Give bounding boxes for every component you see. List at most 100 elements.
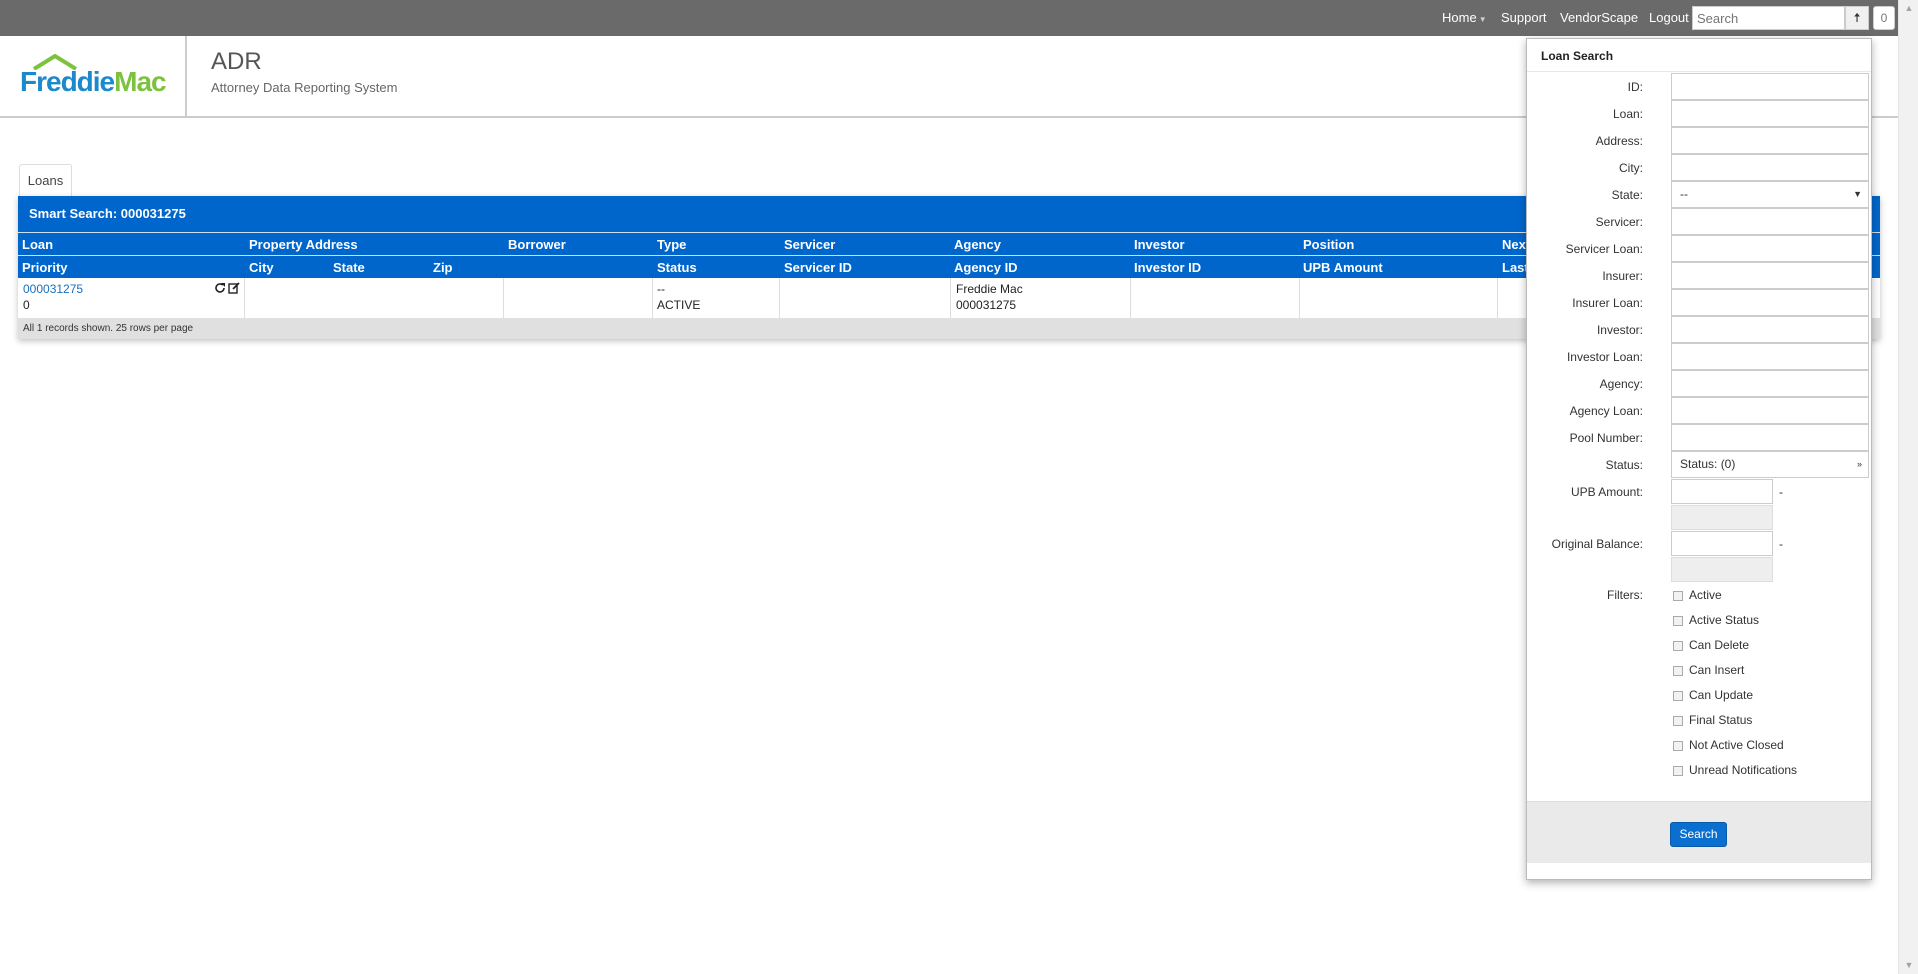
loan-search-panel: Loan Search ID: Loan: Address: City: Sta… bbox=[1526, 38, 1872, 880]
filter-unread-notifications-label[interactable]: Unread Notifications bbox=[1689, 763, 1797, 777]
edit-icon[interactable] bbox=[228, 282, 240, 294]
nav-home[interactable]: Home ▼ bbox=[1442, 0, 1487, 36]
chevron-down-icon: » bbox=[1856, 459, 1862, 469]
insurer-loan-field[interactable] bbox=[1671, 289, 1869, 316]
col-header-property-address[interactable]: Property Address bbox=[249, 237, 358, 252]
servicer-field[interactable] bbox=[1671, 208, 1869, 235]
col-header-position[interactable]: Position bbox=[1303, 237, 1354, 252]
nav-vendorscape[interactable]: VendorScape bbox=[1560, 0, 1638, 36]
filter-can-insert-label[interactable]: Can Insert bbox=[1689, 663, 1744, 677]
cell-agency-value: Freddie Mac bbox=[956, 282, 1023, 296]
refresh-icon[interactable] bbox=[214, 282, 226, 294]
caret-down-icon: ▼ bbox=[1853, 189, 1862, 199]
tab-loans[interactable]: Loans bbox=[19, 164, 72, 196]
panel-divider bbox=[1527, 71, 1871, 72]
servicer-loan-field[interactable] bbox=[1671, 235, 1869, 262]
insurer-field[interactable] bbox=[1671, 262, 1869, 289]
state-select-value: -- bbox=[1680, 187, 1688, 201]
col-header-state[interactable]: State bbox=[333, 260, 365, 275]
cell-loan: 000031275 0 bbox=[18, 278, 245, 318]
agency-field[interactable] bbox=[1671, 370, 1869, 397]
panel-title: Loan Search bbox=[1541, 49, 1614, 63]
orig-range-dash: - bbox=[1779, 537, 1783, 551]
status-select[interactable]: Status: (0) » bbox=[1671, 451, 1869, 478]
filter-not-active-closed-label[interactable]: Not Active Closed bbox=[1689, 738, 1784, 752]
servicer-loan-label: Servicer Loan: bbox=[1565, 242, 1643, 256]
id-field[interactable] bbox=[1671, 73, 1869, 100]
col-header-investor[interactable]: Investor bbox=[1134, 237, 1185, 252]
col-header-loan[interactable]: Loan bbox=[22, 237, 53, 252]
col-header-agency-id[interactable]: Agency ID bbox=[954, 260, 1018, 275]
scroll-down-arrow-icon[interactable]: ▼ bbox=[1899, 957, 1918, 974]
nav-logout[interactable]: Logout bbox=[1649, 0, 1689, 36]
notification-badge[interactable]: 0 bbox=[1873, 6, 1895, 30]
state-select[interactable]: -- ▼ bbox=[1671, 181, 1869, 208]
header-divider bbox=[185, 36, 187, 118]
loan-field[interactable] bbox=[1671, 100, 1869, 127]
filter-active-status-label[interactable]: Active Status bbox=[1689, 613, 1759, 627]
filter-final-status-checkbox[interactable] bbox=[1673, 716, 1683, 726]
col-header-zip[interactable]: Zip bbox=[433, 260, 453, 275]
col-header-servicer[interactable]: Servicer bbox=[784, 237, 835, 252]
col-header-upb-amount[interactable]: UPB Amount bbox=[1303, 260, 1383, 275]
state-label: State: bbox=[1611, 188, 1643, 202]
filter-can-update-checkbox[interactable] bbox=[1673, 691, 1683, 701]
arrow-up-icon[interactable]: 🠅 bbox=[1845, 6, 1869, 30]
id-label: ID: bbox=[1627, 80, 1643, 94]
vertical-scrollbar[interactable]: ▲ ▼ bbox=[1898, 0, 1918, 974]
scroll-up-arrow-icon[interactable]: ▲ bbox=[1899, 0, 1918, 17]
filter-not-active-closed-checkbox[interactable] bbox=[1673, 741, 1683, 751]
cell-type: -- ACTIVE bbox=[653, 278, 780, 318]
filter-can-insert-checkbox[interactable] bbox=[1673, 666, 1683, 676]
filter-active-label[interactable]: Active bbox=[1689, 588, 1722, 602]
filter-can-delete-checkbox[interactable] bbox=[1673, 641, 1683, 651]
investor-field[interactable] bbox=[1671, 316, 1869, 343]
col-header-investor-id[interactable]: Investor ID bbox=[1134, 260, 1201, 275]
upb-range-dash: - bbox=[1779, 485, 1783, 499]
investor-loan-label: Investor Loan: bbox=[1566, 350, 1643, 364]
servicer-label: Servicer: bbox=[1595, 215, 1643, 229]
col-header-type[interactable]: Type bbox=[657, 237, 686, 252]
address-field[interactable] bbox=[1671, 127, 1869, 154]
logo-text-mac: Mac bbox=[114, 66, 166, 97]
col-header-last[interactable]: Last bbox=[1502, 260, 1529, 275]
col-header-city[interactable]: City bbox=[249, 260, 274, 275]
cell-type-value: -- bbox=[657, 282, 665, 296]
insurer-loan-label: Insurer Loan: bbox=[1572, 296, 1643, 310]
cell-property-address bbox=[245, 278, 504, 318]
filter-final-status-label[interactable]: Final Status bbox=[1689, 713, 1752, 727]
pool-number-field[interactable] bbox=[1671, 424, 1869, 451]
nav-support[interactable]: Support bbox=[1501, 0, 1547, 36]
col-header-status[interactable]: Status bbox=[657, 260, 697, 275]
col-header-borrower[interactable]: Borrower bbox=[508, 237, 566, 252]
filter-active-checkbox[interactable] bbox=[1673, 591, 1683, 601]
filter-active-status-checkbox[interactable] bbox=[1673, 616, 1683, 626]
top-navbar: Home▼ Support VendorScape Logout 🠅 0 bbox=[0, 0, 1898, 36]
investor-loan-field[interactable] bbox=[1671, 343, 1869, 370]
insurer-label: Insurer: bbox=[1602, 269, 1643, 283]
col-header-servicer-id[interactable]: Servicer ID bbox=[784, 260, 852, 275]
city-label: City: bbox=[1619, 161, 1643, 175]
cell-agency: Freddie Mac 000031275 bbox=[951, 278, 1131, 318]
filter-can-update-label[interactable]: Can Update bbox=[1689, 688, 1753, 702]
orig-balance-min-field[interactable] bbox=[1671, 531, 1773, 556]
status-select-value: Status: (0) bbox=[1680, 457, 1736, 471]
col-header-agency[interactable]: Agency bbox=[954, 237, 1001, 252]
loan-link[interactable]: 000031275 bbox=[23, 282, 83, 296]
upb-min-field[interactable] bbox=[1671, 479, 1773, 504]
caret-down-icon: ▼ bbox=[1478, 15, 1487, 24]
cell-priority: 0 bbox=[23, 298, 30, 312]
cell-status-value: ACTIVE bbox=[657, 298, 701, 312]
cell-borrower bbox=[504, 278, 653, 318]
filters-label: Filters: bbox=[1607, 588, 1643, 602]
app-title: ADR bbox=[211, 48, 262, 75]
top-search-input[interactable] bbox=[1692, 6, 1845, 30]
city-field[interactable] bbox=[1671, 154, 1869, 181]
app-subtitle: Attorney Data Reporting System bbox=[211, 80, 398, 95]
filter-can-delete-label[interactable]: Can Delete bbox=[1689, 638, 1749, 652]
filter-unread-notifications-checkbox[interactable] bbox=[1673, 766, 1683, 776]
agency-loan-field[interactable] bbox=[1671, 397, 1869, 424]
col-header-priority[interactable]: Priority bbox=[22, 260, 68, 275]
search-button[interactable]: Search bbox=[1670, 822, 1727, 847]
pool-number-label: Pool Number: bbox=[1569, 431, 1643, 445]
